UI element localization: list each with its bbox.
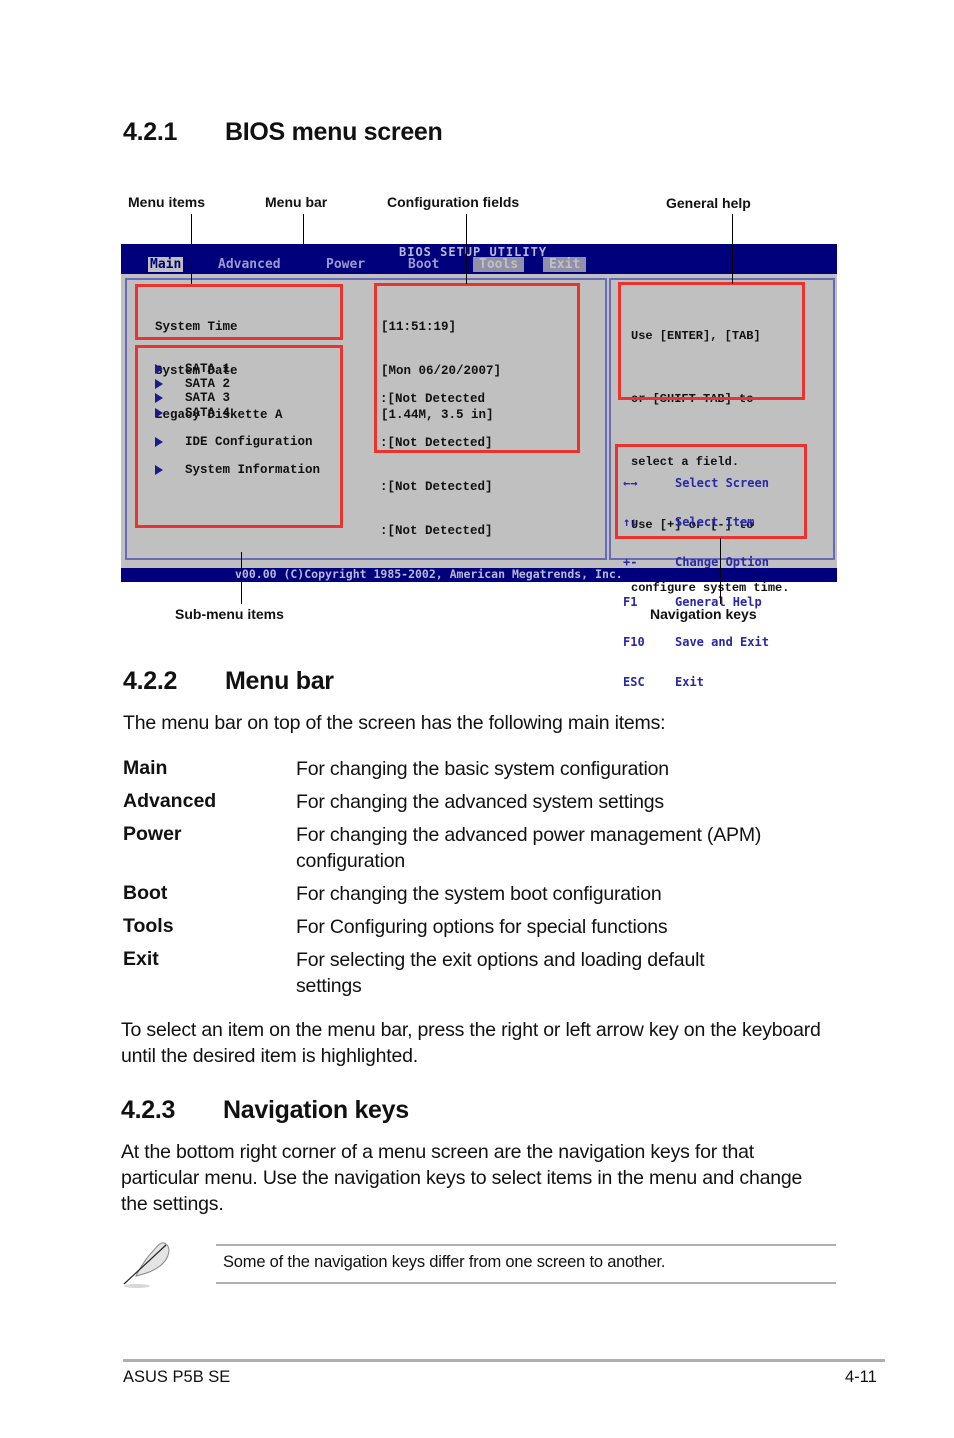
- leader-line-menu-bar: [303, 214, 304, 247]
- menu-def-term-exit: Exit: [123, 948, 159, 970]
- leader-line-general-help: [732, 214, 733, 284]
- note-bottom-rule: [216, 1282, 836, 1284]
- section-title: Navigation keys: [223, 1096, 409, 1124]
- menu-def-term-boot: Boot: [123, 882, 168, 904]
- highlight-navigation-keys: [615, 444, 807, 539]
- menu-def-desc-main: For changing the basic system configurat…: [296, 758, 669, 780]
- bios-menu-main[interactable]: Main: [148, 257, 184, 272]
- nav-key-row: F10 Save and Exit: [623, 635, 769, 650]
- leader-line-configuration-fields: [466, 214, 467, 284]
- bios-menu-advanced[interactable]: Advanced: [218, 257, 281, 272]
- section-heading-navigation-keys: 4.2.3 Navigation keys: [121, 1096, 409, 1125]
- section-number: 4.2.1: [123, 118, 178, 146]
- menu-def-desc-tools: For Configuring options for special func…: [296, 916, 668, 938]
- highlight-submenu-items: [135, 345, 343, 528]
- section-number: 4.2.3: [121, 1096, 176, 1124]
- bios-copyright: v00.00 (C)Copyright 1985-2002, American …: [235, 567, 623, 581]
- section-title: BIOS menu screen: [225, 118, 443, 146]
- bios-screenshot: BIOS SETUP UTILITY Main Advanced Power B…: [121, 244, 837, 689]
- bios-menu-exit[interactable]: Exit: [543, 257, 587, 272]
- callout-navigation-keys: Navigation keys: [650, 606, 757, 622]
- leader-line-navigation-keys: [720, 538, 721, 604]
- footer-product: ASUS P5B SE: [123, 1368, 231, 1386]
- note-top-rule: [216, 1244, 836, 1246]
- footer-rule: [123, 1359, 885, 1362]
- config-value-sata4: :[Not Detected]: [380, 523, 493, 538]
- menu-bar-intro: The menu bar on top of the screen has th…: [123, 712, 666, 734]
- menu-def-desc-advanced: For changing the advanced system setting…: [296, 791, 664, 813]
- section-number: 4.2.2: [123, 667, 178, 695]
- highlight-menu-items: [135, 284, 343, 340]
- menu-def-term-tools: Tools: [123, 915, 174, 937]
- bios-menu-tools[interactable]: Tools: [473, 257, 525, 272]
- nav-key-row: ESC Exit: [623, 675, 704, 690]
- menu-def-desc-power: For changing the advanced power manageme…: [296, 824, 762, 872]
- callout-general-help: General help: [666, 195, 751, 211]
- menu-def-desc-exit: For selecting the exit options and loadi…: [296, 949, 705, 997]
- callout-menu-items: Menu items: [128, 194, 206, 210]
- bios-menu-boot[interactable]: Boot: [408, 257, 439, 272]
- highlight-general-help: [618, 282, 805, 400]
- menu-def-term-main: Main: [123, 757, 168, 779]
- menu-bar-paragraph: To select an item on the menu bar, press…: [121, 1019, 821, 1067]
- leader-line-submenu-items: [241, 552, 242, 604]
- leader-line-menu-items: [191, 214, 192, 284]
- section-heading-menu-bar: 4.2.2 Menu bar: [123, 667, 334, 696]
- note-text: Some of the navigation keys differ from …: [223, 1253, 666, 1271]
- section-title: Menu bar: [225, 667, 334, 695]
- feather-pen-icon: [120, 1240, 174, 1290]
- menu-def-term-advanced: Advanced: [123, 790, 217, 812]
- bios-menu-bar: BIOS SETUP UTILITY Main Advanced Power B…: [121, 244, 837, 274]
- bios-status-bar: v00.00 (C)Copyright 1985-2002, American …: [121, 567, 837, 582]
- callout-submenu-items: Sub-menu items: [175, 606, 284, 622]
- config-value-sata3: :[Not Detected]: [380, 479, 493, 494]
- navigation-keys-paragraph: At the bottom right corner of a menu scr…: [121, 1141, 803, 1215]
- callout-menu-bar: Menu bar: [265, 194, 328, 210]
- menu-def-term-power: Power: [123, 823, 182, 845]
- callout-configuration-fields: Configuration fields: [387, 194, 520, 210]
- footer-page-number: 4-11: [845, 1368, 877, 1386]
- menu-def-desc-boot: For changing the system boot configurati…: [296, 883, 662, 905]
- highlight-configuration-fields: [374, 283, 580, 453]
- section-heading-bios-menu-screen: 4.2.1 BIOS menu screen: [123, 118, 443, 147]
- bios-menu-power[interactable]: Power: [326, 257, 365, 272]
